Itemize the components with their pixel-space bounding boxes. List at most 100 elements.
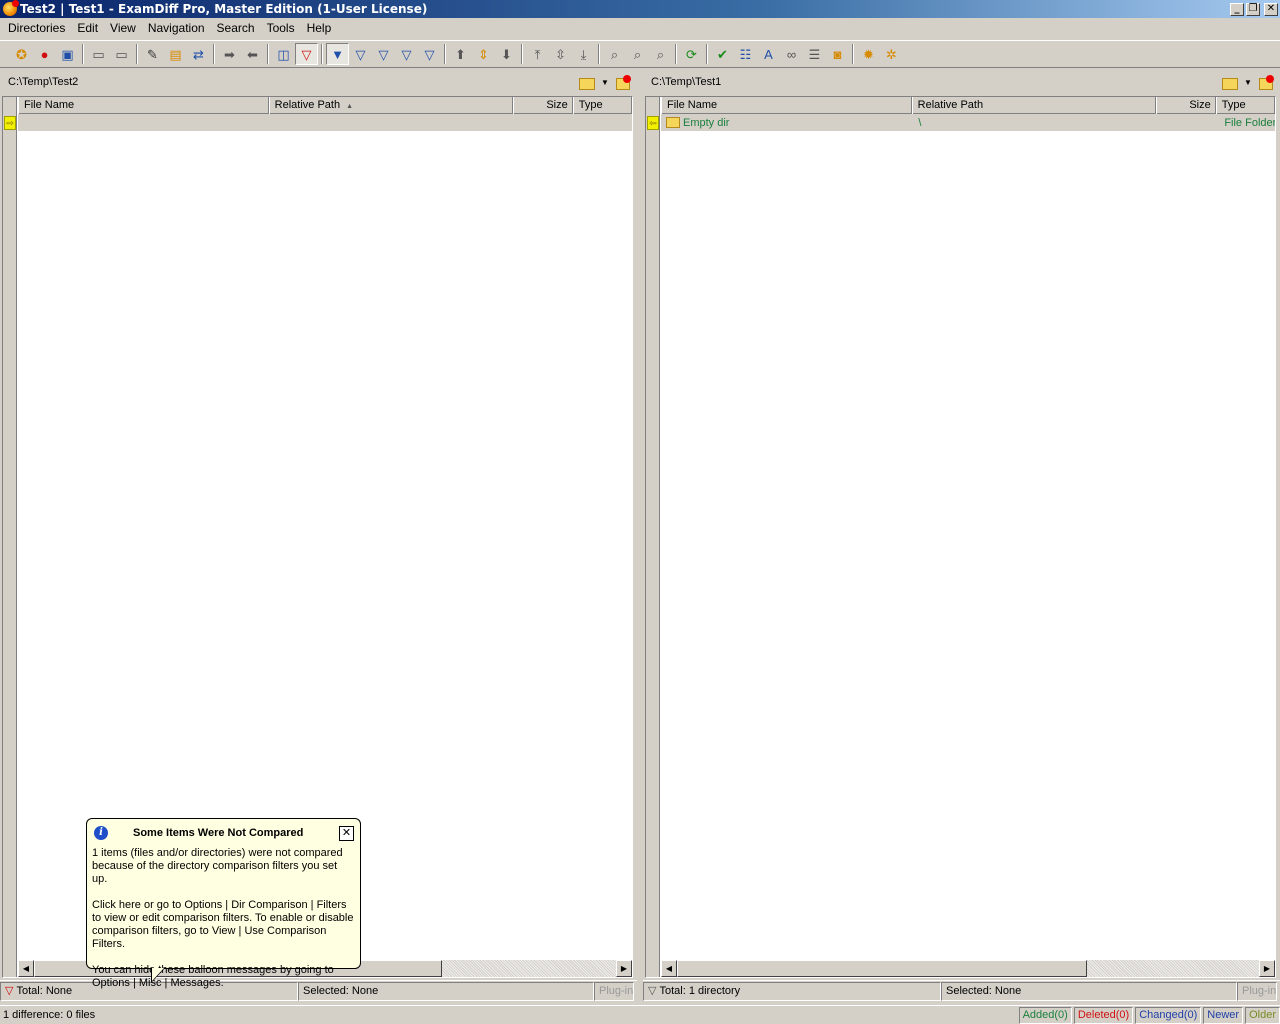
refresh-icon[interactable]: ⟳ <box>680 43 703 65</box>
menu-bar: Directories Edit View Navigation Search … <box>0 18 1280 38</box>
find-icon[interactable]: ⌕ <box>603 43 626 65</box>
menu-help[interactable]: Help <box>301 19 338 37</box>
menu-edit[interactable]: Edit <box>71 19 104 37</box>
arrow-left-icon: ⇦ <box>647 116 659 130</box>
legend-older[interactable]: Older <box>1245 1006 1280 1024</box>
right-pane-status: ▽ Total: 1 directory Selected: None Plug-… <box>643 980 1280 1002</box>
edit-icon[interactable]: ✎ <box>141 43 164 65</box>
chevron-down-icon[interactable]: ▼ <box>599 78 611 87</box>
sync-icon[interactable]: ⇄ <box>187 43 210 65</box>
first-icon[interactable]: ⤒ <box>526 43 549 65</box>
column-file-name[interactable]: File Name <box>661 97 912 114</box>
browse-folder-icon[interactable] <box>1222 76 1238 90</box>
list-icon[interactable]: ☰ <box>803 43 826 65</box>
arrow-right-icon: ⇨ <box>4 116 16 130</box>
scroll-track[interactable] <box>677 960 1259 977</box>
column-type[interactable]: Type <box>572 97 632 114</box>
menu-view[interactable]: View <box>104 19 142 37</box>
balloon-message-3: You can hide these balloon messages by g… <box>92 964 334 989</box>
left-path[interactable]: C:\Temp\Test2 <box>8 76 579 88</box>
filter-added-icon[interactable]: ▽ <box>349 43 372 65</box>
down-icon[interactable]: ⬇ <box>495 43 518 65</box>
app-icon <box>3 0 19 16</box>
legend-newer[interactable]: Newer <box>1203 1006 1244 1024</box>
legend-changed[interactable]: Changed(0) <box>1135 1006 1202 1024</box>
toolbar-separator <box>321 44 323 64</box>
options-icon[interactable]: ✹ <box>857 43 880 65</box>
restore-button[interactable]: ❐ <box>1246 2 1260 16</box>
column-size[interactable]: Size <box>1156 97 1216 114</box>
menu-navigation[interactable]: Navigation <box>142 19 211 37</box>
filter-show-all-icon[interactable]: ▼ <box>326 43 349 65</box>
column-type[interactable]: Type <box>1215 97 1275 114</box>
balloon-close-button[interactable]: ✕ <box>339 825 354 841</box>
filter-icon[interactable]: ▽ <box>295 43 318 65</box>
toolbar-separator <box>82 44 84 64</box>
left-path-bar: C:\Temp\Test2 ▼ <box>0 70 637 94</box>
right-pane: C:\Temp\Test1 ▼ ⇦ File Name Relative Pat… <box>643 70 1280 1004</box>
toolbar-separator <box>852 44 854 64</box>
comment-icon[interactable]: ☷ <box>734 43 757 65</box>
toolbar-separator <box>675 44 677 64</box>
menu-tools[interactable]: Tools <box>261 19 301 37</box>
legend-deleted[interactable]: Deleted(0) <box>1073 1006 1134 1024</box>
panel-left-icon[interactable]: ▭ <box>87 43 110 65</box>
toolbar-separator <box>598 44 600 64</box>
column-size[interactable]: Size <box>513 97 573 114</box>
balloon-message-2[interactable]: Click here or go to Options | Dir Compar… <box>92 899 354 951</box>
up-icon[interactable]: ⬆ <box>449 43 472 65</box>
save-as-icon[interactable]: ▤ <box>164 43 187 65</box>
toolbar-separator <box>444 44 446 64</box>
text-icon[interactable]: A <box>757 43 780 65</box>
favorite-folder-icon[interactable] <box>1258 75 1274 90</box>
notification-balloon[interactable]: i Some Items Were Not Compared ✕ 1 items… <box>86 818 361 989</box>
column-relative-path[interactable]: Relative Path <box>911 97 1157 114</box>
find-next-icon[interactable]: ⌕ <box>626 43 649 65</box>
left-total-text: Total: None <box>16 985 73 997</box>
chevron-down-icon[interactable]: ▼ <box>1242 78 1254 87</box>
layout-icon[interactable]: ◫ <box>272 43 295 65</box>
plugins-icon[interactable]: ✲ <box>880 43 903 65</box>
check-icon[interactable]: ✔ <box>711 43 734 65</box>
column-relative-path[interactable]: Relative Path ▲ <box>268 97 514 114</box>
column-file-name[interactable]: File Name <box>18 97 269 114</box>
right-gutter: ⇦ <box>646 97 660 977</box>
scroll-right-icon[interactable]: ▶ <box>1259 960 1275 977</box>
table-row[interactable]: Empty dir \ File Folder <box>661 114 1275 131</box>
table-row[interactable] <box>18 114 632 131</box>
filter-changed-icon[interactable]: ▽ <box>395 43 418 65</box>
scroll-left-icon[interactable]: ◀ <box>661 960 677 977</box>
next-difference-icon[interactable]: ➡ <box>218 43 241 65</box>
window-controls: _ ❐ ✕ <box>1230 2 1278 16</box>
info-icon: i <box>94 826 108 840</box>
legend-added[interactable]: Added(0) <box>1018 1006 1072 1024</box>
camera-icon[interactable]: ◙ <box>826 43 849 65</box>
minimize-button[interactable]: _ <box>1230 2 1244 16</box>
open-compare-icon[interactable]: ✪ <box>10 43 33 65</box>
menu-search[interactable]: Search <box>211 19 261 37</box>
find-previous-icon[interactable]: ⌕ <box>649 43 672 65</box>
left-plugin-status[interactable]: Plug-in <box>594 982 634 1001</box>
up-down-icon[interactable]: ⇕ <box>472 43 495 65</box>
previous-difference-icon[interactable]: ⬅ <box>241 43 264 65</box>
cherry-icon[interactable]: ● <box>33 43 56 65</box>
close-button[interactable]: ✕ <box>1264 2 1278 16</box>
save-icon[interactable]: ▣ <box>56 43 79 65</box>
menu-directories[interactable]: Directories <box>2 19 71 37</box>
filter-identical-icon[interactable]: ▽ <box>418 43 441 65</box>
favorite-folder-icon[interactable] <box>615 75 631 90</box>
scroll-right-icon[interactable]: ▶ <box>616 960 632 977</box>
filter-deleted-icon[interactable]: ▽ <box>372 43 395 65</box>
right-horizontal-scrollbar[interactable]: ◀ ▶ <box>661 960 1275 977</box>
right-path[interactable]: C:\Temp\Test1 <box>651 76 1222 88</box>
last-icon[interactable]: ⤓ <box>572 43 595 65</box>
scroll-thumb[interactable] <box>677 960 1087 977</box>
column-relative-path-label: Relative Path <box>274 99 341 111</box>
scroll-left-icon[interactable]: ◀ <box>18 960 34 977</box>
binoculars-icon[interactable]: ∞ <box>780 43 803 65</box>
right-total-status: ▽ Total: 1 directory <box>643 982 941 1001</box>
panel-right-icon[interactable]: ▭ <box>110 43 133 65</box>
expand-icon[interactable]: ⇳ <box>549 43 572 65</box>
browse-folder-icon[interactable] <box>579 76 595 90</box>
right-plugin-status[interactable]: Plug-in <box>1237 982 1277 1001</box>
